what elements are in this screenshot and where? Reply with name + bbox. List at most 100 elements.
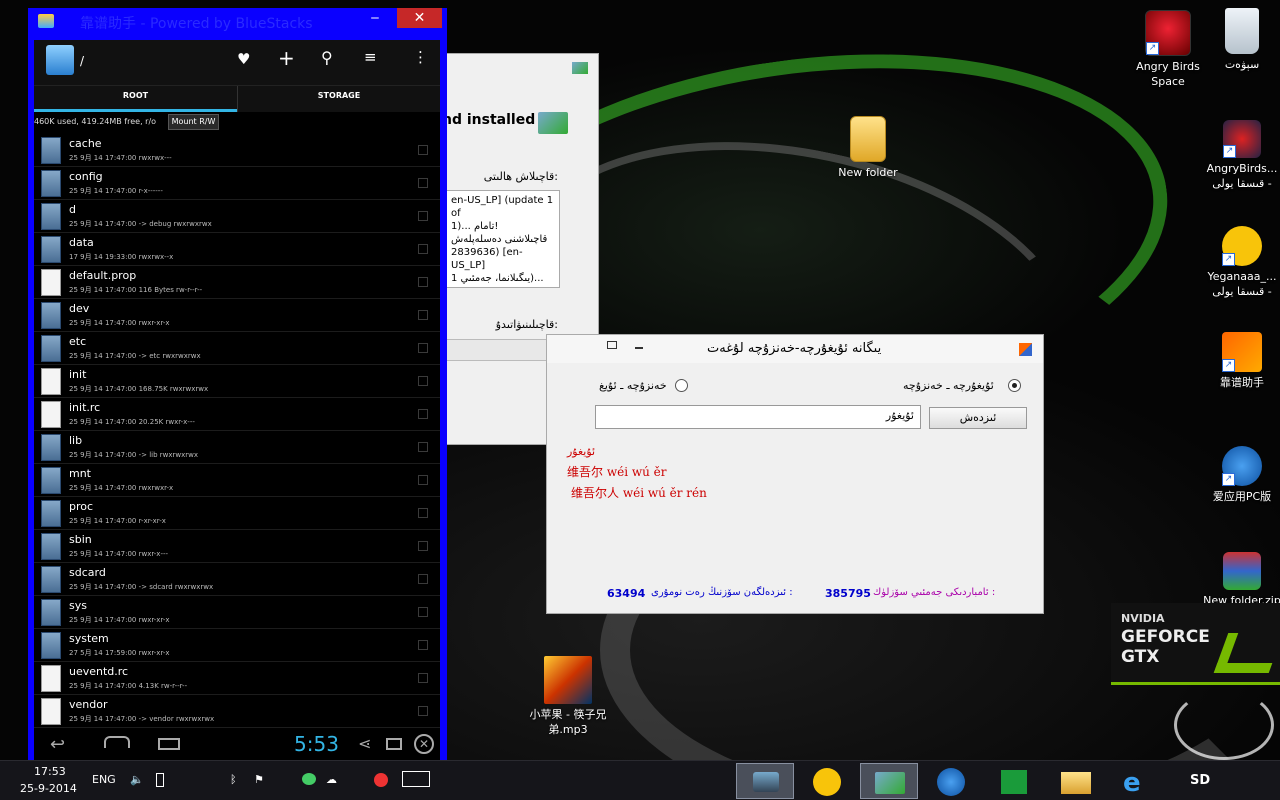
file-row[interactable]: etc 25 9月 14 17:47:00 -> etc rwxrwxrwx xyxy=(34,332,440,365)
minimize-icon[interactable] xyxy=(635,347,643,349)
file-row[interactable]: sbin 25 9月 14 17:47:00 rwxr-x--- xyxy=(34,530,440,563)
taskbar-ie[interactable]: e xyxy=(1108,763,1166,799)
desktop-icon-aiyingyong[interactable]: ↗ 爱应用PC版 xyxy=(1202,446,1280,504)
file-checkbox[interactable] xyxy=(418,640,428,650)
option-zh-ug-radio[interactable] xyxy=(675,379,688,392)
file-row[interactable]: sdcard 25 9月 14 17:47:00 -> sdcard rwxrwx… xyxy=(34,563,440,596)
file-meta: 25 9月 14 17:47:00 rwxrwxr-x xyxy=(69,484,174,492)
speaker-icon[interactable]: 🔈 xyxy=(130,773,144,786)
file-name: d xyxy=(69,203,76,216)
file-row[interactable]: system 27 5月 14 17:59:00 rwxr-xr-x xyxy=(34,629,440,662)
keyboard-icon[interactable] xyxy=(402,771,430,787)
file-row[interactable]: config 25 9月 14 17:47:00 r-x------ xyxy=(34,167,440,200)
search-icon[interactable]: ⚲ xyxy=(321,48,333,67)
battery-icon[interactable] xyxy=(156,773,164,787)
file-meta: 25 9月 14 17:47:00 -> sdcard rwxrwxrwx xyxy=(69,583,214,591)
file-checkbox[interactable] xyxy=(418,508,428,518)
kaopu-icon: ↗ xyxy=(1222,332,1262,372)
file-row[interactable]: proc 25 9月 14 17:47:00 r-xr-xr-x xyxy=(34,497,440,530)
desktop-icon-new-folder[interactable]: New folder xyxy=(828,116,908,180)
desktop-icon-angrybirds-shortcut[interactable]: ↗ AngryBirds... قىسقا يولى - xyxy=(1202,120,1280,191)
home-icon[interactable] xyxy=(104,736,130,748)
file-row[interactable]: d 25 9月 14 17:47:00 -> debug rwxrwxrwx xyxy=(34,200,440,233)
tab-storage[interactable]: STORAGE xyxy=(237,86,440,112)
back-icon[interactable]: ↩ xyxy=(50,734,65,755)
overflow-menu-icon[interactable]: ⋮ xyxy=(413,48,428,66)
file-checkbox[interactable] xyxy=(418,574,428,584)
flag-icon[interactable]: ⚑ xyxy=(254,773,264,786)
file-icon xyxy=(41,698,61,725)
file-row[interactable]: vendor 25 9月 14 17:47:00 -> vendor rwxrwx… xyxy=(34,695,440,728)
file-meta: 25 9月 14 17:47:00 rwxr-xr-x xyxy=(69,319,170,327)
file-checkbox[interactable] xyxy=(418,310,428,320)
tab-root[interactable]: ROOT xyxy=(34,86,237,112)
file-row[interactable]: data 17 9月 14 19:33:00 rwxrwx--x xyxy=(34,233,440,266)
file-row[interactable]: dev 25 9月 14 17:47:00 rwxr-xr-x xyxy=(34,299,440,332)
file-name: dev xyxy=(69,302,90,315)
resize-icon[interactable] xyxy=(386,738,402,750)
desktop-icon-angry-birds-space[interactable]: ↗ Angry Birds Space xyxy=(1128,10,1208,89)
file-checkbox[interactable] xyxy=(418,211,428,221)
file-row[interactable]: ueventd.rc 25 9月 14 17:47:00 4.13K rw-r--… xyxy=(34,662,440,695)
minimize-button[interactable]: ‒ xyxy=(353,8,397,28)
geforce-swoosh xyxy=(1213,633,1280,673)
search-button[interactable]: ئىزدەش xyxy=(929,407,1027,429)
file-checkbox[interactable] xyxy=(418,442,428,452)
file-row[interactable]: default.prop 25 9月 14 17:47:00 116 Bytes … xyxy=(34,266,440,299)
mount-rw-button[interactable]: Mount R/W xyxy=(168,114,219,130)
taskbar-yeganaaa[interactable] xyxy=(798,763,856,799)
file-meta: 25 9月 14 17:47:00 r-x------ xyxy=(69,187,163,195)
file-row[interactable]: cache 25 9月 14 17:47:00 rwxrwx--- xyxy=(34,134,440,167)
bluestacks-titlebar: 靠谱助手 - Powered by BlueStacks ‒ ✕ xyxy=(28,8,447,34)
file-checkbox[interactable] xyxy=(418,145,428,155)
sort-icon[interactable]: ≡ xyxy=(364,48,377,66)
file-checkbox[interactable] xyxy=(418,475,428,485)
file-checkbox[interactable] xyxy=(418,673,428,683)
desktop-icon-yeganaaa[interactable]: ↗ Yeganaaa_... قىسقا يولى - xyxy=(1202,226,1280,299)
network-icon[interactable] xyxy=(302,773,316,785)
desktop-icon-recycle-bin[interactable]: سېۋەت xyxy=(1202,8,1280,72)
file-checkbox[interactable] xyxy=(418,277,428,287)
file-checkbox[interactable] xyxy=(418,607,428,617)
file-checkbox[interactable] xyxy=(418,244,428,254)
taskbar-installer[interactable] xyxy=(860,763,918,799)
file-row[interactable]: mnt 25 9月 14 17:47:00 rwxrwxr-x xyxy=(34,464,440,497)
update-icon[interactable] xyxy=(374,773,388,787)
geforce-line1: GEFORCE xyxy=(1121,627,1210,647)
file-row[interactable]: init.rc 25 9月 14 17:47:00 20.25K rwxr-x--… xyxy=(34,398,440,431)
add-icon[interactable]: + xyxy=(278,46,295,70)
file-checkbox[interactable] xyxy=(418,409,428,419)
file-checkbox[interactable] xyxy=(418,541,428,551)
taskbar-store[interactable] xyxy=(984,763,1042,799)
taskbar-explorer[interactable] xyxy=(1046,763,1104,799)
share-icon[interactable]: ⋖ xyxy=(358,734,371,753)
file-checkbox[interactable] xyxy=(418,706,428,716)
search-input[interactable]: ئۇيغۇر xyxy=(595,405,921,429)
file-icon xyxy=(41,269,61,296)
recent-apps-icon[interactable] xyxy=(158,738,180,750)
bluetooth-icon[interactable]: ᛒ xyxy=(230,773,237,786)
file-row[interactable]: sys 25 9月 14 17:47:00 rwxr-xr-x xyxy=(34,596,440,629)
file-icon xyxy=(41,401,61,428)
taskbar-owl-app[interactable] xyxy=(922,763,980,799)
file-checkbox[interactable] xyxy=(418,343,428,353)
file-checkbox[interactable] xyxy=(418,376,428,386)
file-row[interactable]: init 25 9月 14 17:47:00 168.75K rwxrwxrwx xyxy=(34,365,440,398)
folder-icon xyxy=(41,170,61,197)
close-app-icon[interactable]: ✕ xyxy=(414,734,434,754)
option-ug-zh-label: ئۇيغۇرچە ـ خەنزۇچە xyxy=(903,379,994,392)
desktop-icon-new-folder-zip[interactable]: New folder.zip xyxy=(1202,552,1280,608)
taskbar-bluestacks[interactable] xyxy=(736,763,794,799)
favorite-icon[interactable]: ♥ xyxy=(237,50,250,68)
desktop-icon-mp3[interactable]: 小苹果 - 筷子兄弟.mp3 xyxy=(528,656,608,737)
close-button[interactable]: ✕ xyxy=(397,8,442,28)
geforce-logo: NVIDIA GEFORCE GTX xyxy=(1111,603,1280,685)
restore-icon[interactable] xyxy=(607,341,617,349)
cloud-icon[interactable]: ☁ xyxy=(326,773,337,786)
desktop-icon-kaopu[interactable]: ↗ 靠谱助手 xyxy=(1202,332,1280,390)
file-checkbox[interactable] xyxy=(418,178,428,188)
language-indicator[interactable]: ENG xyxy=(92,773,116,786)
file-row[interactable]: lib 25 9月 14 17:47:00 -> lib rwxrwxrwx xyxy=(34,431,440,464)
option-ug-zh-radio[interactable] xyxy=(1008,379,1021,392)
recycle-bin-icon xyxy=(1225,8,1259,54)
